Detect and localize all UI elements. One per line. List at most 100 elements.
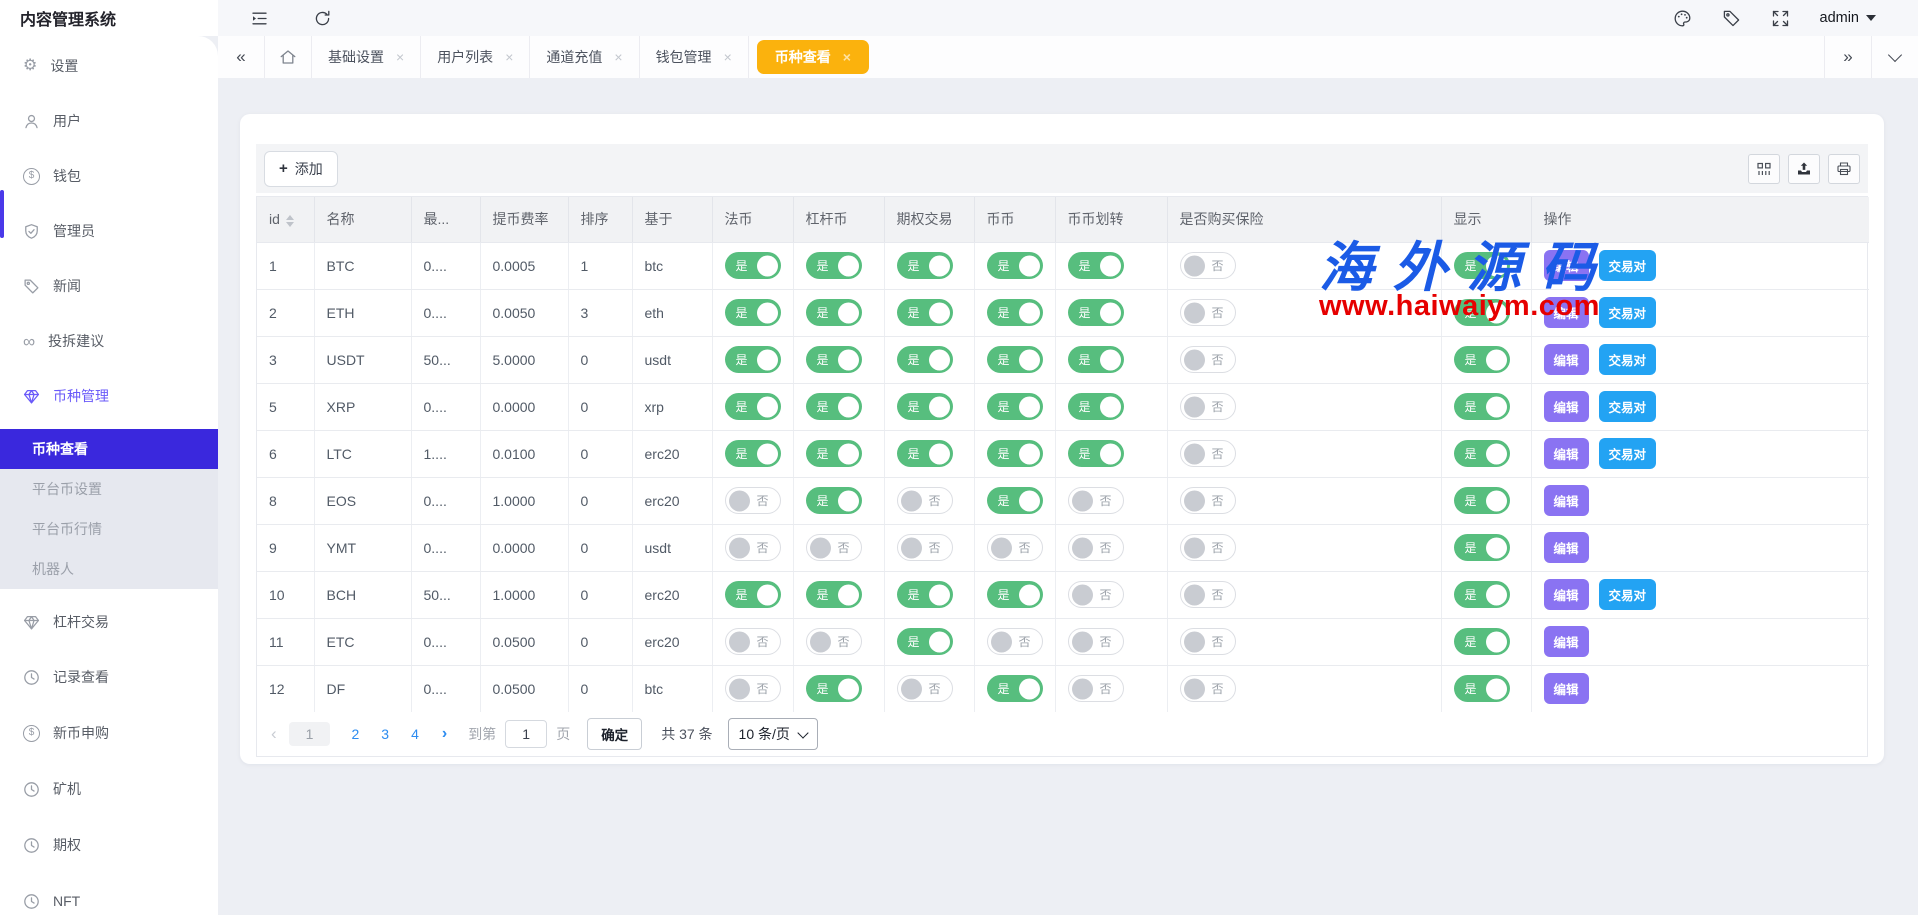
show-switch[interactable]: 是 [1454,675,1510,702]
fullscreen-icon[interactable] [1771,9,1790,28]
transfer-switch[interactable]: 否 [1068,534,1124,561]
option-switch[interactable]: 是 [897,628,953,655]
lever-switch[interactable]: 是 [806,252,862,279]
sidebar-item-7[interactable]: 杠杆交易 [0,600,218,644]
coin-switch[interactable]: 是 [987,487,1043,514]
sidebar-item-0[interactable]: ⚙设置 [0,44,218,88]
insurance-switch[interactable]: 否 [1180,440,1236,467]
lever-switch[interactable]: 是 [806,440,862,467]
lever-switch[interactable]: 是 [806,675,862,702]
fiat-switch[interactable]: 否 [725,534,781,561]
edit-button[interactable]: 编辑 [1544,626,1589,657]
coin-switch[interactable]: 是 [987,299,1043,326]
sidebar-item-3[interactable]: 管理员 [0,209,218,253]
option-switch[interactable]: 是 [897,393,953,420]
sort-icon[interactable] [286,215,294,227]
pairs-button[interactable]: 交易对 [1599,297,1657,328]
sidebar-item-9[interactable]: $新币申购 [0,711,218,755]
show-switch[interactable]: 是 [1454,299,1510,326]
home-tab-button[interactable] [265,36,312,78]
option-switch[interactable]: 否 [897,675,953,702]
sidebar-subitem-2[interactable]: 平台币行情 [0,509,218,549]
pairs-button[interactable]: 交易对 [1599,391,1657,422]
tabs-scroll-left-button[interactable]: « [218,36,265,78]
tab-3[interactable]: 钱包管理× [640,36,749,78]
show-switch[interactable]: 是 [1454,393,1510,420]
edit-button[interactable]: 编辑 [1544,297,1589,328]
edit-button[interactable]: 编辑 [1544,485,1589,516]
lever-switch[interactable]: 是 [806,346,862,373]
collapse-menu-icon[interactable] [250,9,269,28]
fiat-switch[interactable]: 是 [725,346,781,373]
transfer-switch[interactable]: 是 [1068,393,1124,420]
option-switch[interactable]: 是 [897,346,953,373]
sidebar-item-11[interactable]: 期权 [0,823,218,867]
page-number-4[interactable]: 4 [411,726,419,742]
transfer-switch[interactable]: 是 [1068,252,1124,279]
sidebar-subitem-1[interactable]: 平台币设置 [0,469,218,509]
coin-switch[interactable]: 否 [987,628,1043,655]
show-switch[interactable]: 是 [1454,628,1510,655]
tab-close-icon[interactable]: × [724,49,732,65]
pairs-button[interactable]: 交易对 [1599,579,1657,610]
transfer-switch[interactable]: 是 [1068,440,1124,467]
lever-switch[interactable]: 是 [806,299,862,326]
column-header-id[interactable]: id [257,197,314,242]
sidebar-subitem-0[interactable]: 币种查看 [0,429,218,469]
coin-switch[interactable]: 是 [987,346,1043,373]
palette-icon[interactable] [1673,9,1692,28]
show-switch[interactable]: 是 [1454,487,1510,514]
tabs-scroll-right-button[interactable]: » [1824,36,1871,78]
tab-close-icon[interactable]: × [396,49,404,65]
lever-switch[interactable]: 是 [806,581,862,608]
sidebar-scrollbar-thumb[interactable] [0,190,4,238]
tab-close-icon[interactable]: × [843,49,851,65]
pairs-button[interactable]: 交易对 [1599,344,1657,375]
transfer-switch[interactable]: 否 [1068,487,1124,514]
print-button[interactable] [1828,154,1860,184]
insurance-switch[interactable]: 否 [1180,675,1236,702]
option-switch[interactable]: 是 [897,299,953,326]
option-switch[interactable]: 否 [897,487,953,514]
transfer-switch[interactable]: 否 [1068,581,1124,608]
fiat-switch[interactable]: 是 [725,581,781,608]
refresh-icon[interactable] [313,9,332,28]
insurance-switch[interactable]: 否 [1180,393,1236,420]
fiat-switch[interactable]: 是 [725,252,781,279]
insurance-switch[interactable]: 否 [1180,581,1236,608]
column-settings-button[interactable] [1748,154,1780,184]
insurance-switch[interactable]: 否 [1180,252,1236,279]
show-switch[interactable]: 是 [1454,346,1510,373]
fiat-switch[interactable]: 否 [725,487,781,514]
page-number-2[interactable]: 2 [351,726,359,742]
edit-button[interactable]: 编辑 [1544,250,1589,281]
lever-switch[interactable]: 是 [806,393,862,420]
tabs-menu-button[interactable] [1871,36,1918,78]
lever-switch[interactable]: 否 [806,628,862,655]
option-switch[interactable]: 是 [897,440,953,467]
export-button[interactable] [1788,154,1820,184]
coin-switch[interactable]: 是 [987,440,1043,467]
add-button[interactable]: + 添加 [264,151,338,187]
goto-confirm-button[interactable]: 确定 [587,718,642,750]
fiat-switch[interactable]: 是 [725,299,781,326]
tab-4[interactable]: 币种查看× [757,40,869,74]
user-menu[interactable]: admin [1820,10,1877,26]
tab-2[interactable]: 通道充值× [530,36,639,78]
pairs-button[interactable]: 交易对 [1599,250,1657,281]
edit-button[interactable]: 编辑 [1544,391,1589,422]
coin-switch[interactable]: 是 [987,252,1043,279]
coin-switch[interactable]: 是 [987,393,1043,420]
insurance-switch[interactable]: 否 [1180,346,1236,373]
sidebar-item-12[interactable]: NFT [0,879,218,915]
coin-switch[interactable]: 否 [987,534,1043,561]
lever-switch[interactable]: 是 [806,487,862,514]
tab-close-icon[interactable]: × [614,49,622,65]
option-switch[interactable]: 否 [897,534,953,561]
show-switch[interactable]: 是 [1454,581,1510,608]
fiat-switch[interactable]: 否 [725,628,781,655]
edit-button[interactable]: 编辑 [1544,673,1589,704]
fiat-switch[interactable]: 是 [725,393,781,420]
next-page-icon[interactable]: › [442,725,447,743]
insurance-switch[interactable]: 否 [1180,487,1236,514]
